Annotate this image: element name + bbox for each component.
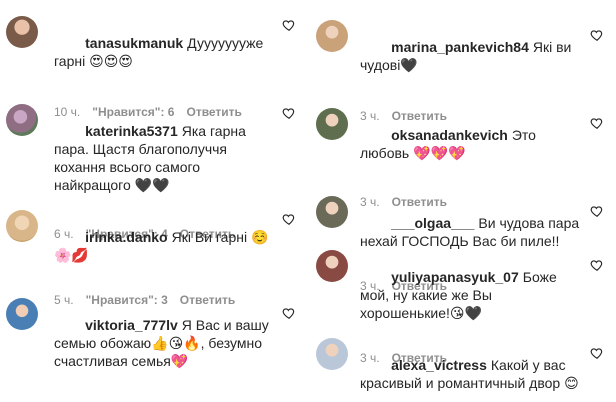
comment-text: marina_pankevich84 Які ви чудові🖤 bbox=[360, 20, 580, 92]
like-heart-icon[interactable] bbox=[590, 258, 604, 272]
avatar[interactable] bbox=[6, 210, 38, 242]
avatar[interactable] bbox=[6, 104, 38, 136]
comment-username[interactable]: marina_pankevich84 bbox=[391, 39, 529, 55]
comment-username[interactable]: yuliyapanasyuk_07 bbox=[391, 269, 519, 285]
comment-text: irinka.danko Які Ви гарні ☺️🌸💋 bbox=[54, 210, 276, 282]
avatar[interactable] bbox=[316, 20, 348, 52]
like-heart-icon[interactable] bbox=[590, 28, 604, 42]
avatar[interactable] bbox=[6, 16, 38, 48]
avatar[interactable] bbox=[316, 250, 348, 282]
avatar[interactable] bbox=[316, 108, 348, 140]
comment-text: tanasukmanuk Дуууууууже гарні 😍😍😍 bbox=[54, 16, 276, 88]
comment-text: oksanadankevich Это любовь 💖💖💖 bbox=[360, 108, 580, 180]
comments-column-right: marina_pankevich84 Які ви чудові🖤 3 ч. От… bbox=[308, 0, 616, 402]
like-heart-icon[interactable] bbox=[590, 116, 604, 130]
like-heart-icon[interactable] bbox=[282, 212, 296, 226]
like-heart-icon[interactable] bbox=[590, 204, 604, 218]
comments-column-left: tanasukmanuk Дуууууууже гарні 😍😍😍 10 ч. "… bbox=[0, 0, 308, 402]
comment-username[interactable]: alexa_victress bbox=[391, 357, 487, 373]
comment-username[interactable]: katerinka5371 bbox=[85, 123, 178, 139]
comment-username[interactable]: viktoria_777lv bbox=[85, 317, 178, 333]
comment-text: yuliyapanasyuk_07 Боже мой, ну какие же В… bbox=[360, 250, 580, 340]
like-heart-icon[interactable] bbox=[282, 306, 296, 320]
avatar[interactable] bbox=[316, 338, 348, 370]
comment-username[interactable]: ___olgaa___ bbox=[391, 215, 474, 231]
comment-username[interactable]: oksanadankevich bbox=[391, 127, 508, 143]
comment-username[interactable]: irinka.danko bbox=[85, 229, 167, 245]
comment-username[interactable]: tanasukmanuk bbox=[85, 35, 183, 51]
avatar[interactable] bbox=[6, 298, 38, 330]
like-heart-icon[interactable] bbox=[282, 106, 296, 120]
like-heart-icon[interactable] bbox=[590, 346, 604, 360]
avatar[interactable] bbox=[316, 196, 348, 228]
comment-text: katerinka5371 Яка гарна пара. Щастя благо… bbox=[54, 104, 276, 212]
like-heart-icon[interactable] bbox=[282, 18, 296, 32]
comment-text: viktoria_777lv Я Вас и вашу семью обожаю👍… bbox=[54, 298, 276, 388]
comment-text: alexa_victress Какой у вас красивый и ром… bbox=[360, 338, 580, 402]
